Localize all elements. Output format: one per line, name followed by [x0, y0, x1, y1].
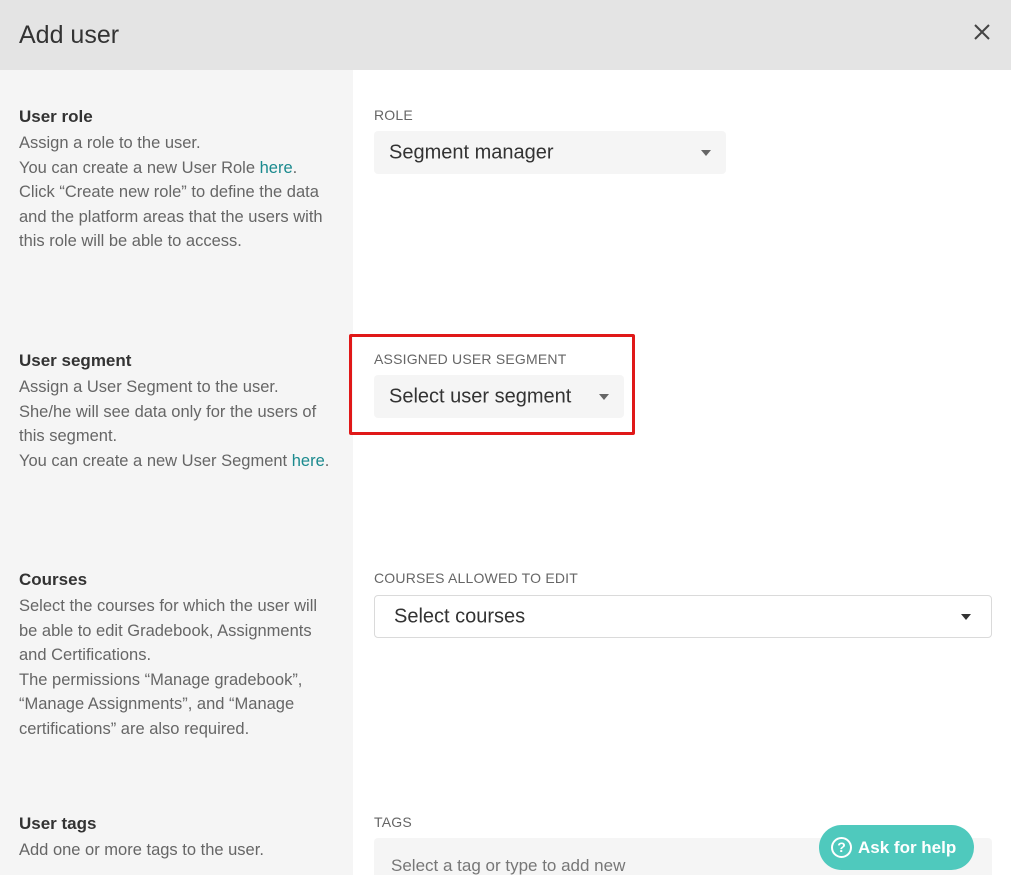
dialog-title: Add user: [19, 21, 120, 49]
tags-section-title: User tags: [19, 814, 97, 833]
help-button-label: Ask for help: [858, 838, 957, 857]
courses-desc-line: Select the courses for which the user wi…: [19, 597, 318, 664]
role-field-label: ROLE: [374, 107, 413, 123]
role-desc-line: Click “Create new role” to define the da…: [19, 183, 323, 250]
chevron-down-icon: [961, 613, 971, 620]
create-role-link[interactable]: here: [260, 159, 293, 177]
user-segment-select-value: Select user segment: [389, 385, 572, 407]
segment-desc-text: .: [324, 451, 330, 470]
segment-field-label: ASSIGNED USER SEGMENT: [374, 351, 567, 367]
segment-desc-line: She/he will see data only for the users …: [19, 402, 317, 446]
role-section-title: User role: [19, 107, 93, 126]
close-icon: [974, 24, 990, 40]
create-segment-link[interactable]: here: [292, 452, 325, 470]
add-user-dialog: Add user User role Assign a role to the …: [0, 0, 1011, 875]
ask-for-help-button[interactable]: ? Ask for help: [819, 825, 974, 870]
courses-section-title: Courses: [19, 570, 88, 589]
chevron-down-icon: [701, 149, 711, 156]
role-select[interactable]: Segment manager: [374, 131, 726, 174]
segment-section-description: Assign a User Segment to the user. She/h…: [19, 375, 339, 473]
segment-section-title: User segment: [19, 351, 132, 370]
role-desc-text: You can create a new User Role: [19, 158, 260, 177]
role-desc-line: You can create a new User Role here.: [19, 156, 339, 181]
segment-desc-line: You can create a new User Segment here.: [19, 449, 339, 474]
tags-field-label: TAGS: [374, 814, 412, 830]
segment-desc-text: You can create a new User Segment: [19, 451, 292, 470]
chevron-down-icon: [599, 393, 609, 400]
role-select-value: Segment manager: [389, 141, 554, 163]
role-desc-line: Assign a role to the user.: [19, 134, 201, 152]
user-segment-select[interactable]: Select user segment: [374, 375, 624, 418]
close-button[interactable]: [968, 18, 996, 46]
courses-section-description: Select the courses for which the user wi…: [19, 594, 339, 741]
fields-panel: [353, 70, 1011, 875]
dialog-header: Add user: [0, 0, 1011, 70]
tags-section-description: Add one or more tags to the user.: [19, 838, 339, 863]
role-section-description: Assign a role to the user. You can creat…: [19, 131, 339, 254]
segment-desc-line: Assign a User Segment to the user.: [19, 378, 279, 396]
role-desc-text: .: [292, 158, 298, 177]
tags-desc-line: Add one or more tags to the user.: [19, 841, 264, 859]
courses-select-value: Select courses: [394, 605, 526, 627]
tags-input-placeholder: Select a tag or type to add new: [391, 856, 626, 875]
courses-desc-line: The permissions “Manage gradebook”, “Man…: [19, 670, 303, 738]
courses-select[interactable]: Select courses: [374, 595, 992, 638]
help-icon: ?: [831, 837, 852, 858]
courses-field-label: COURSES ALLOWED TO EDIT: [374, 570, 579, 586]
